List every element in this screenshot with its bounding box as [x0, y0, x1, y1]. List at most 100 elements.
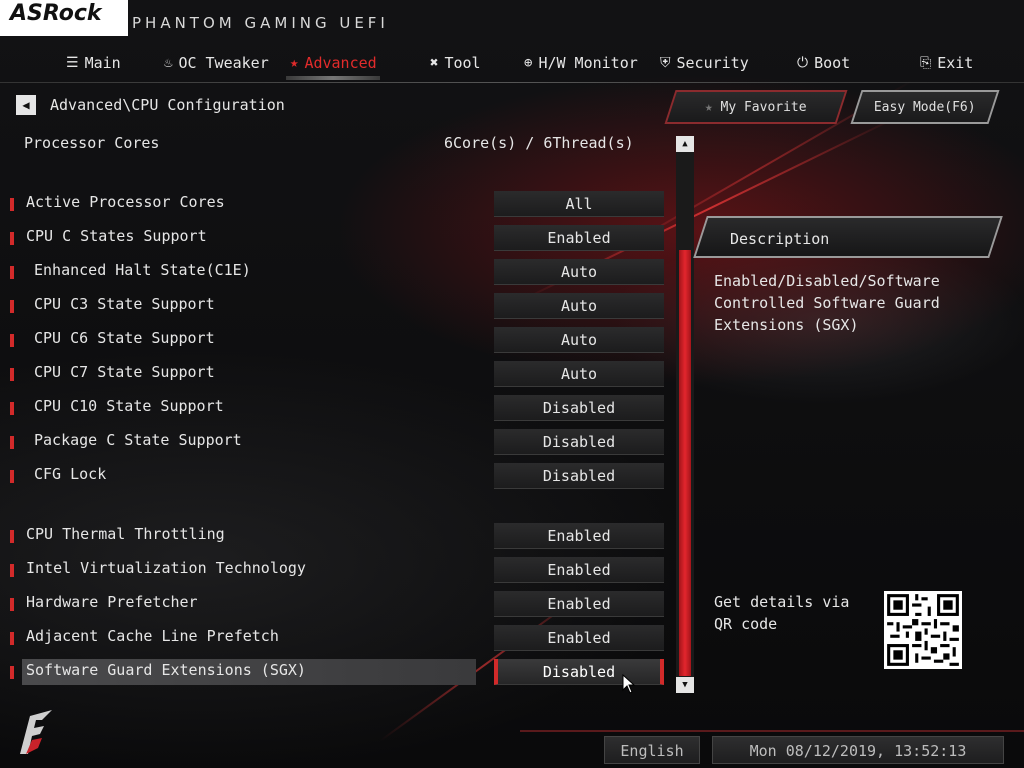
setting-marker [10, 598, 14, 611]
tab-label: Main [84, 54, 121, 72]
setting-row[interactable]: CPU Thermal Throttling Enabled [10, 523, 670, 549]
setting-marker [10, 334, 14, 347]
arrow-up-icon: ▲ [682, 139, 688, 149]
setting-row[interactable]: CPU C3 State Support Auto [10, 293, 670, 319]
target-icon: ⊕ [524, 55, 533, 71]
setting-value[interactable]: Disabled [494, 429, 664, 455]
qr-code [884, 591, 962, 669]
info-value: 6Core(s) / 6Thread(s) [444, 134, 634, 152]
star-icon: ★ [705, 99, 721, 115]
setting-marker [10, 300, 14, 313]
tab-label: Advanced [304, 54, 377, 72]
datetime-display: Mon 08/12/2019, 13:52:13 [712, 736, 1004, 764]
easy-mode-button[interactable]: Easy Mode(F6) [850, 90, 1000, 124]
setting-marker [10, 232, 14, 245]
list-icon: ☰ [66, 55, 79, 71]
setting-row[interactable]: Package C State Support Disabled [10, 429, 670, 455]
phantom-gaming-logo [20, 710, 52, 754]
uefi-title: PHANTOM GAMING UEFI [132, 14, 389, 32]
my-favorite-label: ★ My Favorite [705, 100, 807, 115]
setting-marker [10, 266, 14, 279]
tab-label: OC Tweaker [178, 54, 269, 72]
setting-label: Software Guard Extensions (SGX) [26, 661, 306, 679]
setting-label: Adjacent Cache Line Prefetch [26, 627, 279, 645]
power-icon: ⏻ [797, 55, 809, 71]
nav-divider [0, 82, 1024, 83]
bottom-accent-line [520, 730, 1024, 732]
setting-label: Intel Virtualization Technology [26, 559, 306, 577]
tab-main[interactable]: ☰ Main [66, 50, 121, 76]
tab-exit[interactable]: ⎘ Exit [920, 50, 973, 76]
setting-label: Active Processor Cores [26, 193, 225, 211]
tab-label: Boot [814, 54, 851, 72]
tab-oc-tweaker[interactable]: ♨ OC Tweaker [164, 50, 269, 76]
setting-label: CPU C7 State Support [34, 363, 215, 381]
tab-advanced[interactable]: ★ Advanced [290, 50, 377, 76]
setting-value[interactable]: Enabled [494, 225, 664, 251]
tab-label: H/W Monitor [538, 54, 638, 72]
setting-value[interactable]: Auto [494, 293, 664, 319]
asrock-logo: ASRock [0, 0, 128, 36]
star-icon: ★ [290, 55, 299, 71]
setting-marker [10, 666, 14, 679]
setting-row[interactable]: Hardware Prefetcher Enabled [10, 591, 670, 617]
setting-marker [10, 470, 14, 483]
tab-security[interactable]: ⛨ Security [660, 50, 749, 76]
setting-value[interactable]: Enabled [494, 591, 664, 617]
setting-label: CPU C3 State Support [34, 295, 215, 313]
exit-door-icon: ⎘ [920, 55, 932, 71]
setting-value[interactable]: Auto [494, 327, 664, 353]
tab-hw-monitor[interactable]: ⊕ H/W Monitor [524, 50, 638, 76]
setting-marker [10, 564, 14, 577]
back-button[interactable]: ◀ [16, 95, 36, 115]
language-button[interactable]: English [604, 736, 700, 764]
setting-value[interactable]: Enabled [494, 523, 664, 549]
setting-marker [10, 436, 14, 449]
setting-row-selected[interactable]: Software Guard Extensions (SGX) Disabled [10, 659, 670, 685]
setting-marker [10, 402, 14, 415]
setting-value[interactable]: Disabled [494, 395, 664, 421]
my-favorite-button[interactable]: ★ My Favorite [664, 90, 848, 124]
setting-row[interactable]: CPU C7 State Support Auto [10, 361, 670, 387]
setting-label: Hardware Prefetcher [26, 593, 198, 611]
tab-boot[interactable]: ⏻ Boot [797, 50, 850, 76]
setting-row[interactable]: Enhanced Halt State(C1E) Auto [10, 259, 670, 285]
setting-value[interactable]: Disabled [494, 659, 664, 685]
setting-row[interactable]: CPU C10 State Support Disabled [10, 395, 670, 421]
setting-label: Package C State Support [34, 431, 242, 449]
setting-value[interactable]: Disabled [494, 463, 664, 489]
setting-value[interactable]: Enabled [494, 557, 664, 583]
setting-row[interactable]: Intel Virtualization Technology Enabled [10, 557, 670, 583]
description-title: Description [730, 230, 830, 248]
setting-label: CPU Thermal Throttling [26, 525, 225, 543]
setting-row[interactable]: Active Processor Cores All [10, 191, 670, 217]
setting-value[interactable]: Enabled [494, 625, 664, 651]
tab-label: Security [676, 54, 749, 72]
scrollbar-thumb[interactable] [679, 250, 691, 676]
setting-label: CFG Lock [34, 465, 107, 483]
setting-label: Enhanced Halt State(C1E) [34, 261, 251, 279]
setting-marker [10, 198, 14, 211]
shield-icon: ⛨ [660, 55, 671, 71]
left-arrow-icon: ◀ [22, 98, 30, 112]
setting-marker [10, 632, 14, 645]
top-navigation: ☰ Main ♨ OC Tweaker ★ Advanced ✖ Tool ⊕ … [0, 44, 1024, 82]
tools-icon: ✖ [430, 55, 439, 71]
breadcrumb-path: Advanced\CPU Configuration [50, 96, 285, 114]
setting-value[interactable]: Auto [494, 361, 664, 387]
scroll-up-button[interactable]: ▲ [676, 136, 694, 152]
setting-row[interactable]: CFG Lock Disabled [10, 463, 670, 489]
setting-row[interactable]: Adjacent Cache Line Prefetch Enabled [10, 625, 670, 651]
easy-mode-label: Easy Mode(F6) [874, 99, 976, 115]
description-text: Enabled/Disabled/Software Controlled Sof… [714, 272, 940, 334]
mouse-cursor-icon [622, 674, 636, 694]
setting-value[interactable]: Auto [494, 259, 664, 285]
tab-label: Tool [444, 54, 481, 72]
tab-tool[interactable]: ✖ Tool [430, 50, 481, 76]
setting-row[interactable]: CPU C6 State Support Auto [10, 327, 670, 353]
setting-marker [10, 368, 14, 381]
setting-row[interactable]: CPU C States Support Enabled [10, 225, 670, 251]
setting-value[interactable]: All [494, 191, 664, 217]
scroll-down-button[interactable]: ▼ [676, 677, 694, 693]
setting-marker [10, 530, 14, 543]
